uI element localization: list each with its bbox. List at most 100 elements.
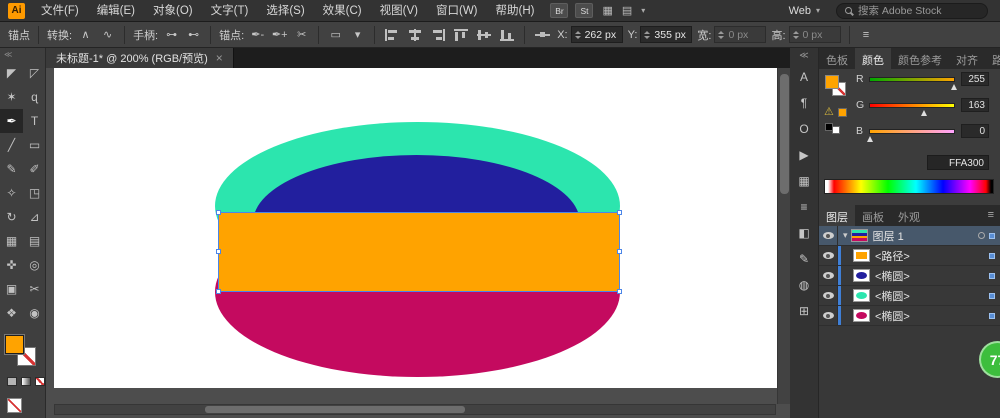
rectangle-tool[interactable]: ▭ — [23, 133, 46, 157]
align-center-icon[interactable] — [408, 29, 422, 41]
hand-tool[interactable]: ❖ — [0, 301, 23, 325]
horizontal-scrollbar[interactable] — [54, 404, 776, 415]
hide-handles-icon[interactable]: ⊷ — [185, 26, 202, 44]
width-input[interactable]: 0 px — [714, 26, 766, 43]
anchor-handle[interactable] — [216, 249, 221, 254]
hex-input[interactable]: FFA300 — [927, 155, 989, 170]
line-tool[interactable]: ╱ — [0, 133, 23, 157]
g-slider-thumb[interactable] — [921, 110, 927, 116]
menu-file[interactable]: 文件(F) — [32, 0, 88, 22]
visibility-cell[interactable] — [819, 286, 838, 305]
add-anchor-icon[interactable]: ✒+ — [271, 26, 288, 44]
pathfinder-panel-icon[interactable]: ⊞ — [793, 299, 815, 323]
x-input[interactable]: 262 px — [571, 26, 623, 43]
tab-layers[interactable]: 图层 — [819, 205, 855, 226]
panel-menu-icon[interactable]: ≡ — [858, 26, 875, 44]
stock-search-box[interactable] — [836, 3, 988, 19]
brushes-panel-icon[interactable]: ✎ — [793, 247, 815, 271]
selection-indicator[interactable] — [989, 293, 995, 299]
show-handles-icon[interactable]: ⊶ — [163, 26, 180, 44]
artboard-tool[interactable]: ▣ — [0, 277, 23, 301]
transform-panel-icon[interactable]: ▦ — [793, 169, 815, 193]
appearance-panel-icon[interactable]: ≡ — [793, 195, 815, 219]
reference-point-icon[interactable] — [535, 31, 550, 39]
menu-select[interactable]: 选择(S) — [257, 0, 313, 22]
y-input[interactable]: 355 px — [640, 26, 692, 43]
fill-swatch[interactable] — [5, 335, 24, 354]
align-middle-icon[interactable] — [477, 29, 491, 41]
artboard[interactable] — [54, 68, 787, 388]
document-tab[interactable]: 未标题-1* @ 200% (RGB/预览) × — [46, 48, 234, 68]
eye-icon[interactable] — [823, 232, 834, 239]
collapse-tools-icon[interactable]: ≪ — [0, 48, 45, 61]
layer-row[interactable]: <椭圆> — [819, 306, 1000, 326]
mesh-tool[interactable]: ▦ — [0, 229, 23, 253]
eye-icon[interactable] — [823, 312, 834, 319]
shaper-tool[interactable]: ✧ — [0, 181, 23, 205]
align-right-icon[interactable] — [431, 29, 445, 41]
canvas[interactable] — [46, 68, 790, 418]
anchor-handle[interactable] — [617, 249, 622, 254]
layer-row[interactable]: <路径> — [819, 246, 1000, 266]
menu-help[interactable]: 帮助(H) — [487, 0, 544, 22]
none-button[interactable] — [35, 377, 45, 386]
gradient-button[interactable] — [21, 377, 31, 386]
cut-path-icon[interactable]: ✂ — [293, 26, 310, 44]
visibility-cell[interactable] — [819, 246, 838, 265]
workspace-switcher[interactable]: Web ▾ — [789, 5, 820, 17]
r-slider-thumb[interactable] — [951, 84, 957, 90]
search-input[interactable] — [858, 5, 979, 17]
paragraph-panel-icon[interactable]: ¶ — [793, 91, 815, 115]
selection-indicator[interactable] — [989, 253, 995, 259]
convert-corner-icon[interactable]: ∧ — [77, 26, 94, 44]
eye-icon[interactable] — [823, 272, 834, 279]
document-layout-icon[interactable]: ▤ — [622, 4, 632, 17]
b-value-input[interactable]: 0 — [961, 124, 989, 138]
visibility-cell[interactable] — [819, 226, 838, 245]
slice-tool[interactable]: ✂ — [23, 277, 46, 301]
object-name[interactable]: <椭圆> — [875, 308, 910, 324]
gradient-tool[interactable]: ▤ — [23, 229, 46, 253]
stepper-icon[interactable] — [575, 31, 581, 39]
menu-type[interactable]: 文字(T) — [202, 0, 258, 22]
gamut-swatch[interactable] — [838, 108, 847, 117]
convert-smooth-icon[interactable]: ∿ — [99, 26, 116, 44]
anchor-handle[interactable] — [617, 289, 622, 294]
visibility-cell[interactable] — [819, 266, 838, 285]
pen-tool[interactable]: ✒ — [0, 109, 23, 133]
scale-tool[interactable]: ⊿ — [23, 205, 46, 229]
bridge-button[interactable]: Br — [550, 3, 568, 18]
object-name[interactable]: <椭圆> — [875, 288, 910, 304]
layer-row[interactable]: <椭圆> — [819, 286, 1000, 306]
fill-swatch[interactable] — [825, 75, 839, 89]
tab-color[interactable]: 颜色 — [855, 48, 891, 69]
panel-menu-icon[interactable]: ≡ — [982, 205, 1000, 226]
chevron-down-icon[interactable]: ▾ — [349, 26, 366, 44]
menu-window[interactable]: 窗口(W) — [427, 0, 487, 22]
gamut-warning-icon[interactable]: ⚠ — [824, 105, 834, 118]
direct-selection-tool[interactable]: ◸ — [23, 61, 46, 85]
tab-align[interactable]: 对齐 — [949, 48, 985, 69]
tab-artboards[interactable]: 画板 — [855, 205, 891, 226]
eraser-tool[interactable]: ◳ — [23, 181, 46, 205]
magic-wand-tool[interactable]: ✶ — [0, 85, 23, 109]
horizontal-scrollbar-thumb[interactable] — [205, 406, 465, 413]
close-icon[interactable]: × — [216, 52, 223, 64]
blend-tool[interactable]: ◎ — [23, 253, 46, 277]
gradient-panel-icon[interactable]: ◧ — [793, 221, 815, 245]
rotate-tool[interactable]: ↻ — [0, 205, 23, 229]
r-slider[interactable] — [869, 77, 955, 82]
eyedropper-tool[interactable]: ✜ — [0, 253, 23, 277]
selection-indicator[interactable] — [989, 233, 995, 239]
object-name[interactable]: <路径> — [875, 248, 910, 264]
vertical-scrollbar[interactable] — [777, 68, 790, 404]
stepper-icon[interactable] — [644, 31, 650, 39]
selected-orange-rectangle[interactable] — [218, 212, 620, 292]
tab-appearance[interactable]: 外观 — [891, 205, 927, 226]
menu-view[interactable]: 视图(V) — [371, 0, 427, 22]
r-value-input[interactable]: 255 — [961, 72, 989, 86]
height-input[interactable]: 0 px — [789, 26, 841, 43]
align-top-icon[interactable] — [454, 29, 468, 41]
visibility-cell[interactable] — [819, 306, 838, 325]
chevron-down-icon[interactable]: ▾ — [641, 6, 645, 15]
